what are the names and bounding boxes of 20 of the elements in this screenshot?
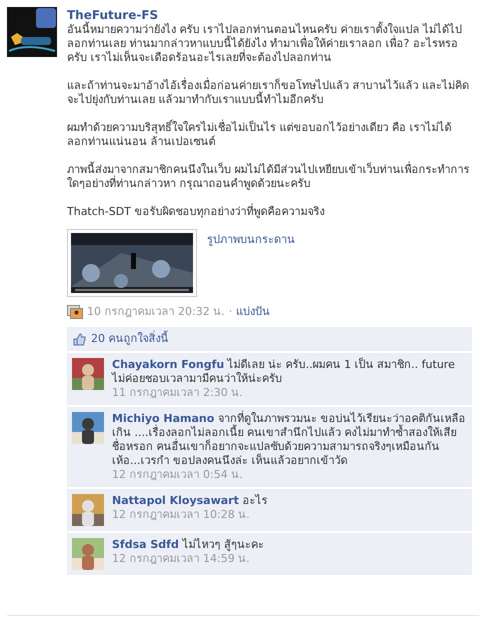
commenter-name[interactable]: Nattapol Kloysawart [112, 494, 239, 507]
commenter-name[interactable]: Michiyo Hamano [112, 412, 214, 425]
author-name[interactable]: TheFuture-FS [67, 7, 472, 23]
photo-link[interactable]: รูปภาพบนกระดาน [207, 229, 295, 297]
post-paragraph: อันนี้หมายความว่ายังไง ครับ เราไปลอกท่านตอนไหนครับ ค่ายเราตั้งใจแปล ไม่ได้ไปลอกท่านเลย ท่านมากล่าวหาแบบนี้ได้ยังไง ทำมาเพื่อให้ค่ายเราลอก เพื่อ? อะไรหรอครับ เราไม่เห็นจะเดือดร้อนอะไรเลยที่จะต้องไปลอกท่าน [67, 23, 463, 65]
likes-count[interactable]: 20 คนถูกใจสิ่งนี้ [91, 332, 168, 346]
thumbs-up-icon [73, 332, 86, 346]
share-link[interactable]: แบ่งปัน [236, 305, 270, 319]
photo-icon [67, 305, 83, 319]
commenter-name[interactable]: Chayakorn Fongfu [112, 358, 224, 371]
post-paragraph: และถ้าท่านจะมาอ้างไอ้เรื่องเมื่อก่อนค่ายเราก็ขอโทษไปแล้ว สาบานไว้แล้ว และไม่คิดจะไปยุ่งกับท่านเลย แล้วมาทำกับเราแบบนี้ทำไมอีกครับ [67, 79, 470, 107]
post-paragraph: Thatch-SDT ขอรับผิดชอบทุกอย่างว่าที่พูดคือความจริง [67, 205, 326, 219]
post-paragraph: ภาพนี้ส่งมาจากสมาชิกคนนึงในเว็บ ผมไม่ได้มีส่วนไปเหยียบเข้าเว็บท่านเพื่อกระทำการใดๆอย่างที่ท่านกล่าวหา กรุณาถอนคำพูดด้วยนะครับ [67, 163, 470, 191]
comment-text: Michiyo Hamano จากที่ดูในภาพรวมนะ ขอบ่นไว้เรียนะว่าอคติกันเหลือเกิน ....เรื่องลอกไม่ลอกเนี้ย คนเขาสำนึกไปแล้ว คงไม่มาทำซ้ำสองให้เสียชื่อหรอก คนอื่นเขาก็อยากจะแปลซับด้วยความสามารถจริงๆเหมือนกัน เห้อ...เวรกำ ขอปลงคนนึงล่ะ เห็นแล้วอยากเข้าวัด [112, 412, 466, 468]
separator-dot: · [228, 305, 232, 319]
comment-text: Chayakorn Fongfu ไม่ดีเลย น่ะ ครับ..ผมคน 1 เป็น สมาชิก.. future ไม่ค่อยชอบเวลามามีคนว่าให้น่ะครับ [112, 358, 456, 386]
post-paragraph: ผมทำด้วยความบริสุทธิ์ใจใครไม่เชื่อไม่เป็นไร แต่ขอบอกไว้อย่างเดียว คือ เราไม่ได้ลอกท่านแน่นอน ล้านเปอเซนต์ [67, 121, 452, 149]
comment-text: Sfdsa Sdfd ไม่ไหวๆ สู้ๆนะคะ [112, 538, 264, 552]
comment-text: Nattapol Kloysawart อะไร [112, 494, 268, 508]
commenter-name[interactable]: Sfdsa Sdfd [112, 538, 179, 551]
